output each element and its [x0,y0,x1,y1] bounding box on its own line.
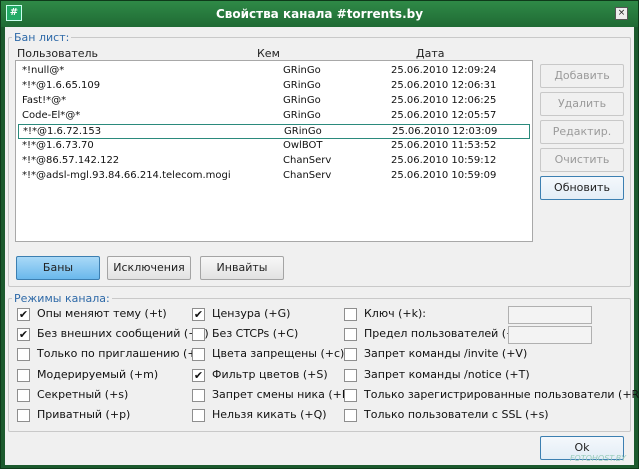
watermark: FOTOHOST.BY [569,454,626,463]
checkbox-box[interactable]: ✔ [192,308,205,321]
checkbox-label: Цензура (+G) [212,307,291,320]
checkbox-box[interactable]: ✔ [192,369,205,382]
ban-by: GRinGo [284,126,322,137]
ban-row[interactable]: Fast!*@* GRinGo 25.06.2010 12:06:25 [18,94,530,109]
ban-row[interactable]: *!null@* GRinGo 25.06.2010 12:09:24 [18,64,530,79]
ban-by: GRinGo [283,80,321,91]
checkbox-label: Запрет команды /invite (+V) [364,347,528,360]
checkbox-box[interactable]: ✔ [17,308,30,321]
ban-user: *!*@1.6.72.153 [23,126,102,137]
checkbox-box[interactable] [344,348,357,361]
checkbox-box[interactable] [192,409,205,422]
checkbox-box[interactable] [344,369,357,382]
ban-row[interactable]: *!*@1.6.65.109 GRinGo 25.06.2010 12:06:31 [18,79,530,94]
checkbox-label: Предел пользователей (+l): [364,327,527,340]
ban-date: 25.06.2010 12:03:09 [392,126,498,137]
checkbox-label: Приватный (+p) [37,408,131,421]
ban-by: GRinGo [283,95,321,106]
checkbox-label: Запрет смены ника (+N) [212,388,355,401]
checkbox-label: Только пользователи с SSL (+s) [364,408,549,421]
ban-user: *!*@adsl-mgl.93.84.66.214.telecom.mogi [22,170,231,181]
ban-by: ChanServ [283,155,332,166]
column-user[interactable]: Пользователь [17,47,98,60]
checkbox-label: Запрет команды /notice (+T) [364,368,530,381]
column-date[interactable]: Дата [416,47,444,60]
ban-date: 25.06.2010 12:09:24 [391,65,497,76]
ban-user: *!*@86.57.142.122 [22,155,120,166]
ban-user: *!*@1.6.73.70 [22,140,94,151]
checkbox-label: Модерируемый (+m) [37,368,159,381]
limit-input[interactable] [508,326,592,344]
checkbox-label: Секретный (+s) [37,388,129,401]
ban-date: 25.06.2010 12:06:31 [391,80,497,91]
checkbox-box[interactable] [192,328,205,341]
ban-list[interactable]: *!null@* GRinGo 25.06.2010 12:09:24 *!*@1.… [15,60,533,242]
key-input[interactable] [508,306,592,324]
ban-list-legend: Бан лист: [14,31,70,44]
checkbox-label: Фильтр цветов (+S) [212,368,328,381]
checkbox-label: Опы меняют тему (+t) [37,307,167,320]
checkbox-box[interactable] [17,369,30,382]
close-icon[interactable]: × [615,7,628,20]
tab-bans[interactable]: Баны [16,256,100,280]
checkbox-label: Без внешних сообщений (+n) [37,327,209,340]
ban-date: 25.06.2010 11:53:52 [391,140,497,151]
checkbox-box[interactable] [344,389,357,402]
ban-date: 25.06.2010 12:06:25 [391,95,497,106]
clear-button[interactable]: Очистить [540,148,624,172]
channel-modes-legend: Режимы канала: [14,292,110,305]
checkbox-label: Только зарегистрированные пользователи (… [364,388,639,401]
ban-by: GRinGo [283,65,321,76]
column-by[interactable]: Кем [257,47,280,60]
delete-button[interactable]: Удалить [540,92,624,116]
ban-user: Code-El*@* [22,110,81,121]
edit-button[interactable]: Редактир. [540,120,624,144]
checkbox-box[interactable] [344,308,357,321]
checkbox-box[interactable] [192,348,205,361]
checkbox-label: Только по приглашению (+i) [37,347,204,360]
checkbox-box[interactable]: ✔ [17,328,30,341]
ban-row[interactable]: *!*@86.57.142.122 ChanServ 25.06.2010 10:5… [18,154,530,169]
checkbox-box[interactable] [17,389,30,402]
checkbox-box[interactable] [192,389,205,402]
ban-by: GRinGo [283,110,321,121]
ban-user: *!*@1.6.65.109 [22,80,101,91]
ban-by: OwlBOT [283,140,323,151]
ban-row[interactable]: Code-El*@* GRinGo 25.06.2010 12:05:57 [18,109,530,124]
ban-row[interactable]: *!*@adsl-mgl.93.84.66.214.telecom.mogi Ch… [18,169,530,184]
ban-user: Fast!*@* [22,95,67,106]
checkbox-label: Нельзя кикать (+Q) [212,408,327,421]
ban-date: 25.06.2010 12:05:57 [391,110,497,121]
ban-date: 25.06.2010 10:59:12 [391,155,497,166]
checkbox-label: Цвета запрещены (+c) [212,347,345,360]
ban-row[interactable]: *!*@1.6.73.70 OwlBOT 25.06.2010 11:53:52 [18,139,530,154]
checkbox-label: Ключ (+k): [364,307,426,320]
add-button[interactable]: Добавить [540,64,624,88]
tab-exceptions[interactable]: Исключения [107,256,191,280]
dialog-window: # Свойства канала #torrents.by × Бан лис… [0,0,639,469]
checkbox-box[interactable] [344,328,357,341]
title-bar[interactable]: # Свойства канала #torrents.by × [1,1,638,27]
dialog-client: Бан лист: Пользователь Кем Дата *!null@*… [5,27,639,465]
checkbox-box[interactable] [344,409,357,422]
tab-invites[interactable]: Инвайты [200,256,284,280]
checkbox-box[interactable] [17,409,30,422]
window-title: Свойства канала #torrents.by [215,7,424,21]
checkbox-label: Без CTCPs (+C) [212,327,299,340]
ban-user: *!null@* [22,65,65,76]
refresh-button[interactable]: Обновить [540,176,624,200]
ban-date: 25.06.2010 10:59:09 [391,170,497,181]
ban-by: ChanServ [283,170,332,181]
checkbox-box[interactable] [17,348,30,361]
ban-row-selected[interactable]: *!*@1.6.72.153 GRinGo 25.06.2010 12:03:09 [18,124,530,139]
